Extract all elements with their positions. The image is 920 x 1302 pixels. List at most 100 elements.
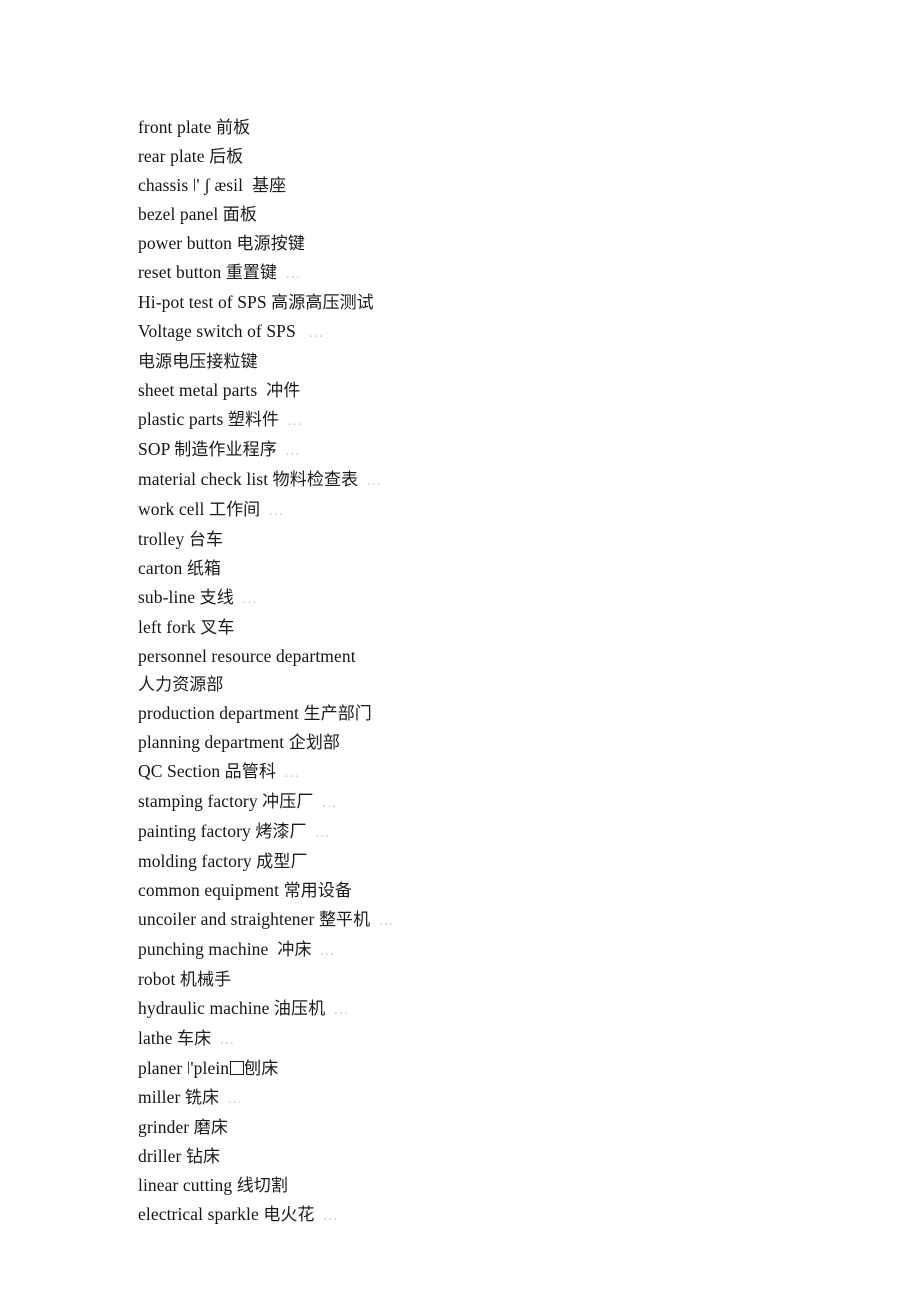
entry-english: robot <box>138 969 180 989</box>
entry-english: sub-line <box>138 587 200 607</box>
glossary-entry: material check list 物料检查表 … <box>138 465 858 495</box>
glossary-entry: power button 电源按键 <box>138 229 858 258</box>
glossary-entry: bezel panel 面板 <box>138 200 858 229</box>
entry-chinese: 支线 <box>199 588 234 608</box>
entry-english: Voltage switch of SPS <box>138 321 301 341</box>
entry-chinese: 铣床 <box>184 1088 220 1108</box>
entry-chinese: 刨床 <box>244 1059 279 1079</box>
entry-english: lathe <box>138 1028 177 1048</box>
scan-artifact: … <box>321 795 339 811</box>
entry-chinese: 油压机 <box>273 999 326 1019</box>
scan-artifact: … <box>308 325 325 341</box>
entry-english: painting factory <box>138 821 256 841</box>
glossary-entry: punching machine 冲床… <box>138 935 858 965</box>
entry-chinese: 钻床 <box>185 1147 221 1167</box>
glossary-entry: driller 钻床 <box>138 1142 858 1171</box>
entry-chinese: 电火花 <box>263 1205 315 1225</box>
entry-english: front plate <box>138 117 216 137</box>
entry-chinese: 成型厂 <box>256 852 308 872</box>
entry-chinese: 磨床 <box>193 1118 228 1138</box>
glossary-entry: common equipment 常用设备 <box>138 876 858 905</box>
glossary-entry: plastic parts 塑料件… <box>138 405 858 435</box>
scan-artifact: … <box>284 443 302 459</box>
entry-chinese: 生产部门 <box>303 704 372 724</box>
entry-english: chassis ǀ' ʃ æsil <box>138 175 253 195</box>
entry-english: planer ǀ'plein <box>138 1058 230 1078</box>
glossary-entry: 人力资源部 <box>138 670 858 699</box>
glossary-entry: hydraulic machine 油压机 … <box>138 994 858 1024</box>
entry-english: grinder <box>138 1117 194 1137</box>
glossary-entry: lathe 车床… <box>138 1024 858 1054</box>
glossary-entry: planning department 企划部 <box>138 728 858 757</box>
entry-english: planning department <box>138 732 289 752</box>
entry-english: material check list <box>138 469 273 489</box>
entry-chinese: 企划部 <box>288 733 341 753</box>
scan-artifact: … <box>333 1002 350 1018</box>
glossary-entry: stamping factory 冲压厂 … <box>138 787 858 817</box>
glossary-entry: electrical sparkle 电火花… <box>138 1200 858 1230</box>
entry-chinese: 线切割 <box>236 1176 289 1196</box>
document-page: front plate 前板 rear plate 后板 chassis ǀ' ʃ … <box>0 0 920 1302</box>
glossary-entry: molding factory 成型厂 <box>138 847 858 876</box>
entry-chinese: 高源高压测试 <box>271 293 374 313</box>
glossary-entry: sub-line 支线 … <box>138 583 858 613</box>
glossary-entry: work cell 工作间… <box>138 495 858 525</box>
entry-english: electrical sparkle <box>138 1204 264 1224</box>
entry-english: punching machine <box>138 939 278 959</box>
entry-chinese: 物料检查表 <box>272 470 359 490</box>
scan-artifact: … <box>287 413 304 429</box>
entry-english: sheet metal parts <box>138 380 267 400</box>
entry-chinese: 重置键 <box>225 263 278 283</box>
entry-chinese: 电源电压接粒键 <box>138 352 258 372</box>
glossary-entry: grinder 磨床 <box>138 1113 858 1142</box>
scan-artifact: … <box>283 765 301 781</box>
entry-english: QC Section <box>138 761 225 781</box>
entry-chinese: 冲压厂 <box>262 792 314 812</box>
glossary-entry: 电源电压接粒键 <box>138 347 858 376</box>
entry-english: plastic parts <box>138 409 228 429</box>
entry-english: SOP <box>138 439 175 459</box>
glossary-entry: planer ǀ'plein 刨床 <box>138 1054 858 1083</box>
entry-chinese: 叉车 <box>200 618 235 638</box>
entry-english: molding factory <box>138 851 257 871</box>
entry-english: common equipment <box>138 880 284 900</box>
entry-chinese: 常用设备 <box>283 881 352 901</box>
scan-artifact: … <box>219 1032 236 1048</box>
glossary-entry: production department 生产部门 <box>138 699 858 728</box>
entry-english: production department <box>138 703 304 723</box>
scan-artifact: … <box>285 266 302 282</box>
entry-english: Hi-pot test of SPS <box>138 292 272 312</box>
glossary-entry: trolley 台车 <box>138 525 858 554</box>
entry-chinese: 面板 <box>222 205 257 225</box>
glossary-entry: reset button 重置键 … <box>138 258 858 288</box>
entry-chinese: 整平机 <box>318 910 371 930</box>
glossary-entry: front plate 前板 <box>138 113 858 142</box>
entry-chinese: 基座 <box>252 176 287 196</box>
entry-english: hydraulic machine <box>138 998 274 1018</box>
glossary-entry: left fork 叉车 <box>138 613 858 642</box>
scan-artifact: … <box>227 1091 244 1107</box>
entry-chinese: 品管科 <box>224 762 276 782</box>
glossary-list: front plate 前板 rear plate 后板 chassis ǀ' ʃ … <box>138 113 858 1230</box>
entry-english: linear cutting <box>138 1175 237 1195</box>
glossary-entry: Voltage switch of SPS … <box>138 317 858 347</box>
entry-chinese: 冲件 <box>266 381 301 401</box>
glossary-entry: carton 纸箱 <box>138 554 858 583</box>
entry-english: trolley <box>138 529 189 549</box>
missing-glyph-box-icon <box>229 1061 244 1075</box>
entry-english: personnel resource department <box>138 646 356 666</box>
entry-english: stamping factory <box>138 791 263 811</box>
glossary-entry: QC Section 品管科 … <box>138 757 858 787</box>
scan-artifact: … <box>268 503 285 519</box>
entry-english: reset button <box>138 262 226 282</box>
glossary-entry: personnel resource department <box>138 642 858 670</box>
entry-english: bezel panel <box>138 204 223 224</box>
glossary-entry: SOP 制造作业程序… <box>138 435 858 465</box>
scan-artifact: … <box>366 473 383 489</box>
entry-chinese: 前板 <box>215 118 251 138</box>
entry-chinese: 后板 <box>209 147 244 167</box>
scan-artifact: … <box>314 825 332 841</box>
entry-chinese: 人力资源部 <box>138 675 224 695</box>
scan-artifact: … <box>241 591 259 607</box>
entry-english: left fork <box>138 617 201 637</box>
